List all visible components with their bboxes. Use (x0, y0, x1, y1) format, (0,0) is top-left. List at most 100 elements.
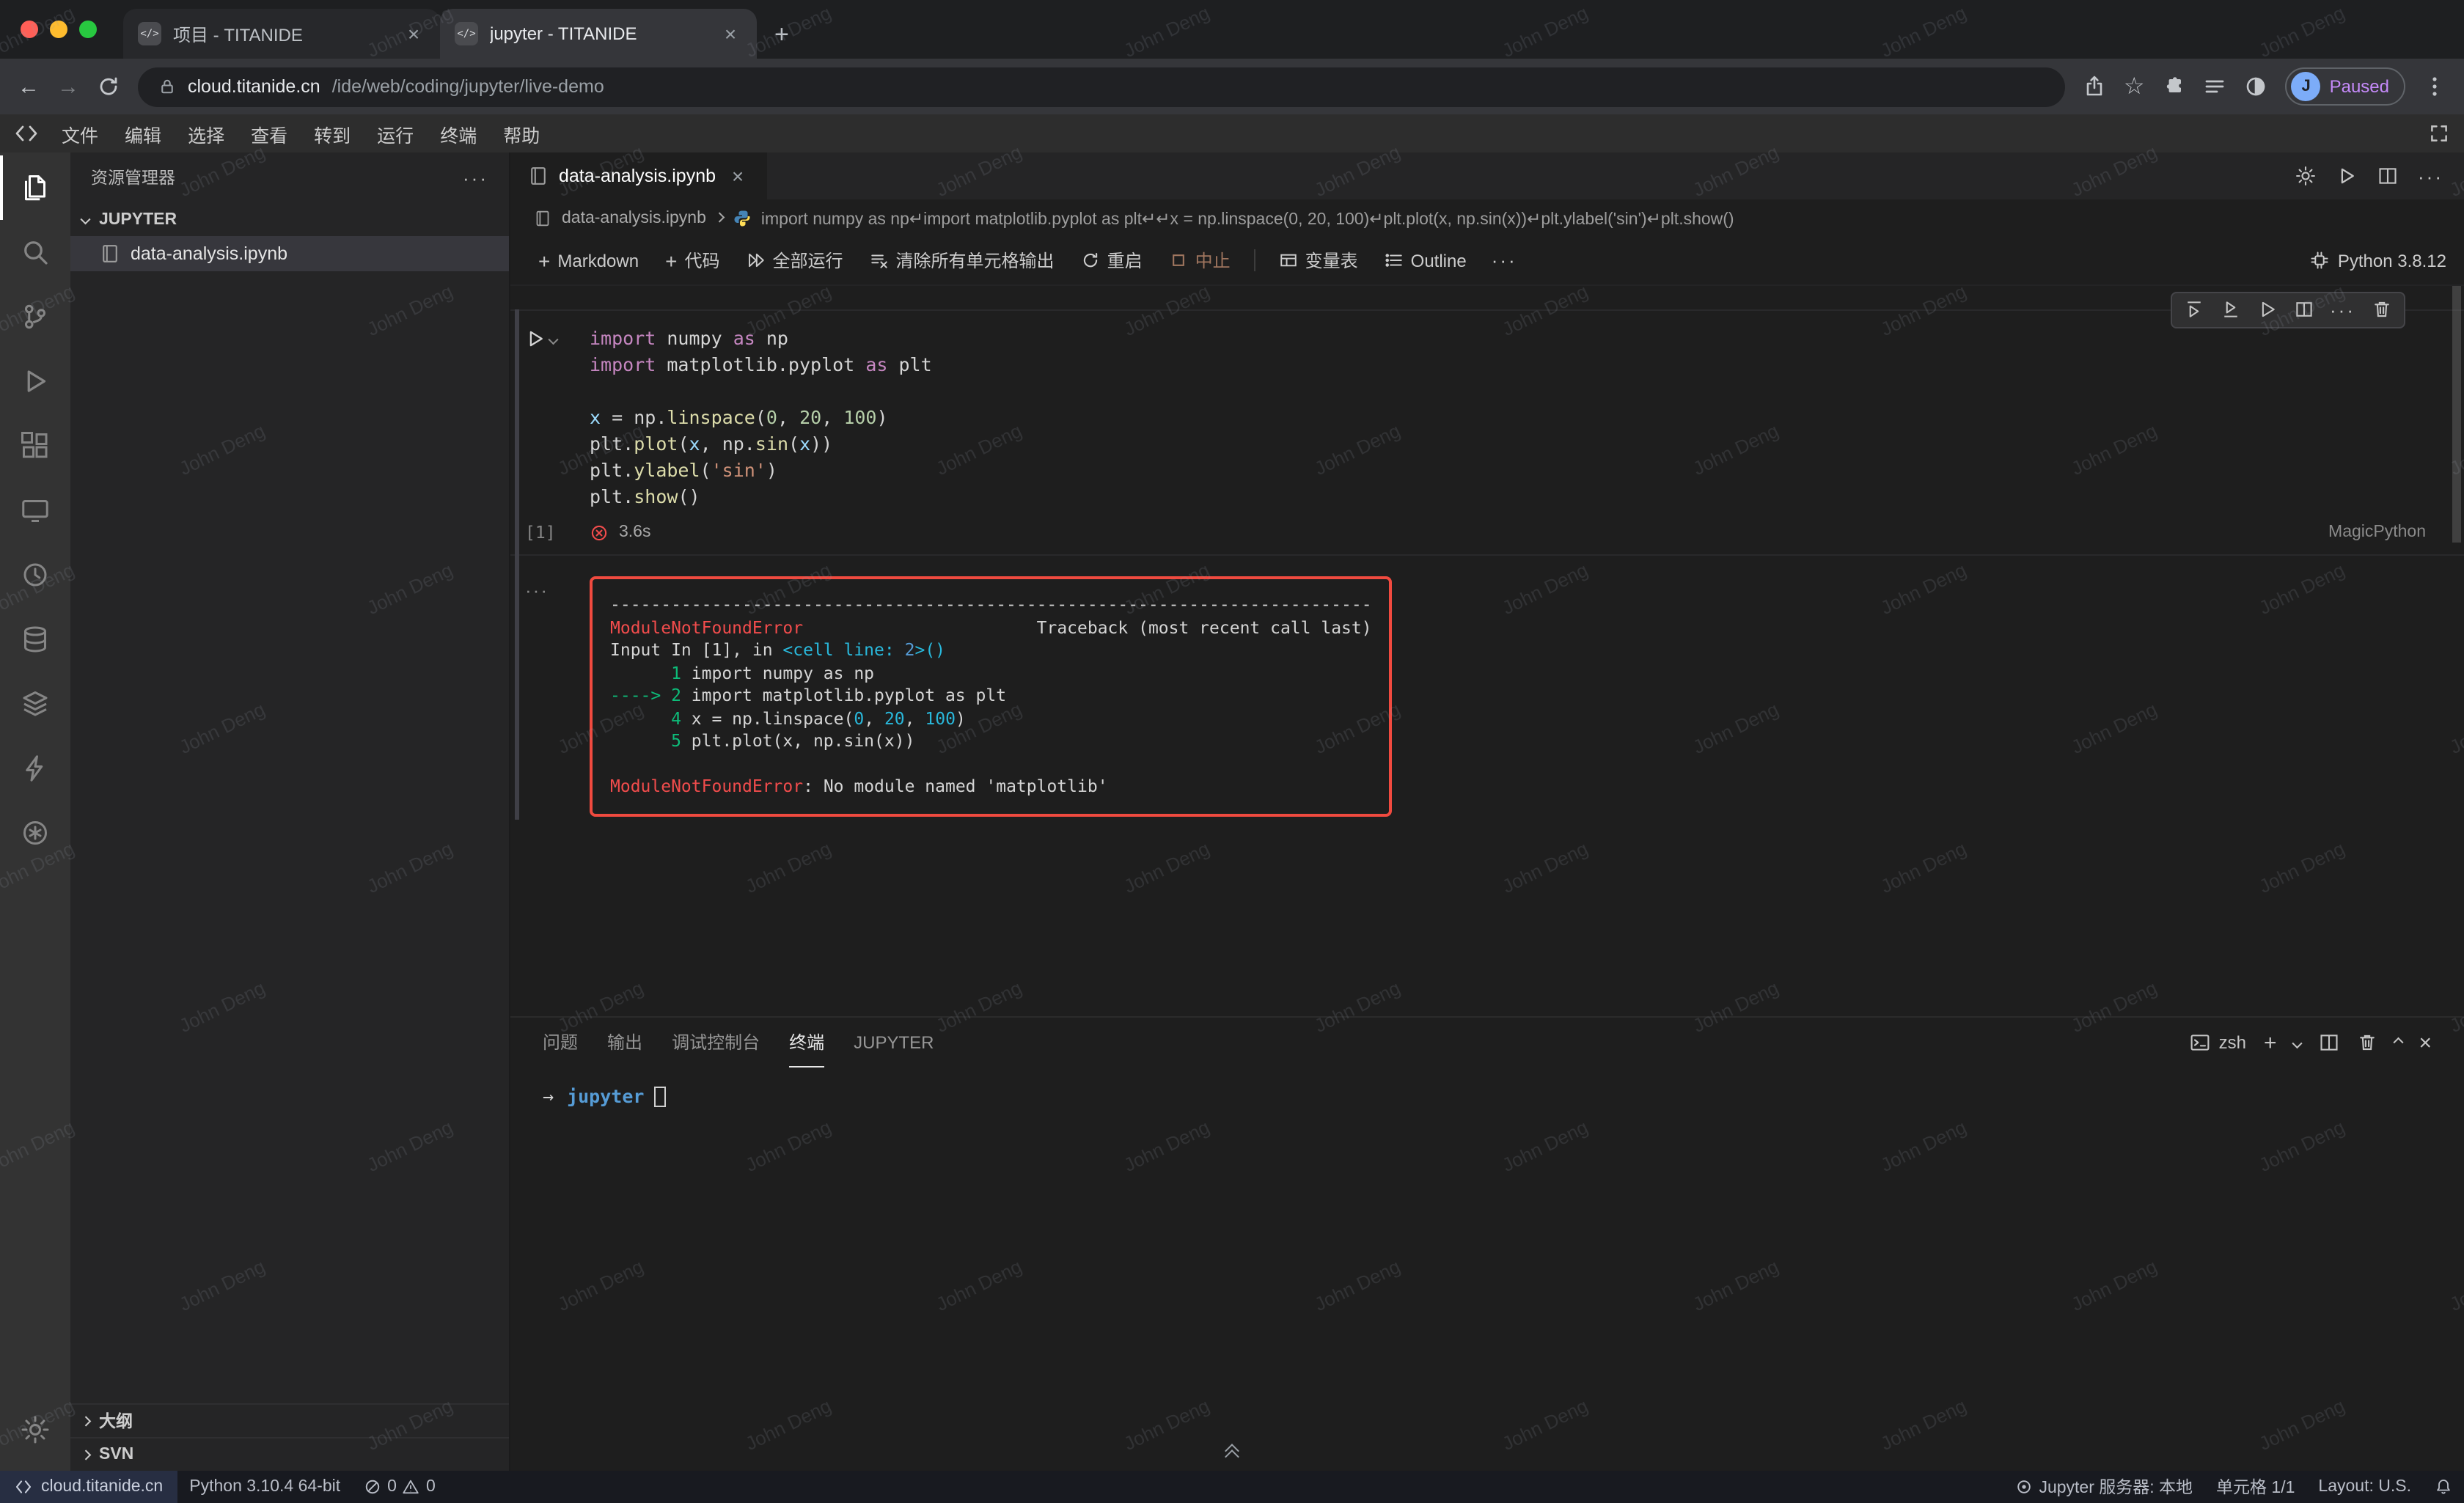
terminal-shell-selector[interactable]: zsh (2190, 1032, 2246, 1053)
restart-icon (1081, 251, 1100, 270)
breadcrumb-cell-content[interactable]: import numpy as np↵import matplotlib.pyp… (761, 207, 1734, 228)
clear-outputs-button[interactable]: 清除所有单元格输出 (859, 242, 1065, 279)
menu-run[interactable]: 运行 (365, 115, 425, 152)
history-icon[interactable] (0, 543, 70, 607)
breadcrumb[interactable]: data-analysis.ipynb import numpy as np↵i… (510, 199, 2464, 236)
settings-gear-icon[interactable] (0, 1397, 70, 1462)
terminal-view[interactable]: →jupyter (510, 1067, 2464, 1471)
window-minimize-button[interactable] (50, 21, 67, 38)
kernel-picker[interactable]: Python 3.8.12 (2310, 250, 2446, 271)
layers-icon[interactable] (0, 672, 70, 736)
run-debug-icon[interactable] (0, 349, 70, 414)
tab-close-icon[interactable]: × (719, 22, 742, 45)
maximize-panel-icon[interactable] (2394, 1038, 2403, 1048)
variables-button[interactable]: 变量表 (1269, 242, 1368, 279)
jupyter-server-indicator[interactable]: Jupyter 服务器: 本地 (2003, 1471, 2204, 1503)
address-bar[interactable]: cloud.titanide.cn/ide/web/coding/jupyter… (138, 67, 2065, 106)
lightning-icon[interactable] (0, 736, 70, 801)
menu-help[interactable]: 帮助 (491, 115, 551, 152)
split-terminal-icon[interactable] (2318, 1032, 2339, 1053)
editor-tab-notebook[interactable]: data-analysis.ipynb × (510, 152, 769, 199)
split-cell-icon[interactable] (2293, 299, 2314, 320)
browser-menu-kebab-icon[interactable] (2423, 75, 2446, 98)
run-cell-dropdown-icon[interactable] (549, 334, 558, 344)
tab-close-icon[interactable]: × (402, 22, 425, 45)
new-tab-button[interactable]: + (757, 21, 807, 59)
new-terminal-button[interactable]: + (2264, 1030, 2277, 1055)
outline-button[interactable]: Outline (1374, 244, 1477, 276)
reload-button[interactable] (97, 75, 120, 98)
cell-more-actions-icon[interactable]: ··· (2330, 299, 2355, 321)
language-mode[interactable]: MagicPython (2328, 523, 2426, 541)
remote-explorer-icon[interactable] (0, 478, 70, 543)
close-panel-icon[interactable]: × (2419, 1030, 2432, 1055)
panel-tab-problems[interactable]: 问题 (543, 1018, 578, 1067)
file-item-notebook[interactable]: data-analysis.ipynb (70, 236, 509, 271)
extensions-puzzle-icon[interactable] (2163, 75, 2186, 98)
window-close-button[interactable] (21, 21, 38, 38)
problems-indicator[interactable]: 0 0 (352, 1471, 447, 1503)
notifications-bell-icon[interactable] (2423, 1471, 2464, 1503)
share-icon[interactable] (2083, 75, 2106, 98)
browser-tab-project[interactable]: </> 项目 - TITANIDE × (123, 9, 440, 59)
restart-button[interactable]: 重启 (1071, 242, 1153, 279)
panel-tab-jupyter[interactable]: JUPYTER (854, 1018, 934, 1067)
python-interpreter[interactable]: Python 3.10.4 64-bit (177, 1471, 352, 1503)
editor-tab-close-icon[interactable]: × (726, 164, 749, 188)
editor-scrollbar[interactable] (2452, 286, 2461, 543)
activity-bar (0, 152, 70, 1471)
window-zoom-button[interactable] (79, 21, 97, 38)
search-icon[interactable] (0, 220, 70, 284)
run-cell-icon[interactable] (525, 328, 546, 349)
menu-terminal[interactable]: 终端 (428, 115, 488, 152)
run-all-button[interactable]: 全部运行 (736, 242, 854, 279)
interrupt-button[interactable]: 中止 (1159, 242, 1241, 279)
extensions-icon[interactable] (0, 414, 70, 478)
svn-section-header[interactable]: SVN (70, 1437, 509, 1471)
contrast-icon[interactable] (2245, 75, 2268, 98)
editor-more-actions-icon[interactable]: ··· (2418, 165, 2443, 187)
cell-code[interactable]: import numpy as npimport matplotlib.pypl… (590, 326, 2426, 510)
add-code-button[interactable]: +代码 (655, 242, 730, 279)
bookmark-star-icon[interactable]: ☆ (2124, 72, 2145, 101)
checklist-icon[interactable] (2204, 75, 2227, 98)
menu-go[interactable]: 转到 (302, 115, 362, 152)
panel-tab-terminal[interactable]: 终端 (789, 1018, 824, 1067)
menu-file[interactable]: 文件 (50, 115, 110, 152)
source-control-icon[interactable] (0, 284, 70, 349)
code-cell[interactable]: import numpy as npimport matplotlib.pypl… (510, 309, 2464, 519)
workspace-section-header[interactable]: JUPYTER (70, 202, 509, 236)
execute-above-icon[interactable] (2183, 299, 2204, 320)
database-icon[interactable] (0, 607, 70, 672)
breadcrumb-file[interactable]: data-analysis.ipynb (562, 209, 706, 227)
panel-tab-output[interactable]: 输出 (607, 1018, 642, 1067)
kill-terminal-icon[interactable] (2356, 1032, 2377, 1053)
menu-edit[interactable]: 编辑 (113, 115, 173, 152)
terminal-dropdown-icon[interactable] (2293, 1038, 2303, 1048)
asterisk-circle-icon[interactable] (0, 801, 70, 865)
debug-cell-icon[interactable] (2256, 299, 2277, 320)
split-editor-icon[interactable] (2377, 166, 2397, 186)
remote-indicator[interactable]: cloud.titanide.cn (0, 1471, 177, 1503)
menu-view[interactable]: 查看 (239, 115, 299, 152)
menu-selection[interactable]: 选择 (176, 115, 236, 152)
panel-tab-debug-console[interactable]: 调试控制台 (672, 1018, 760, 1067)
outline-section-header[interactable]: 大纲 (70, 1403, 509, 1437)
notebook-settings-gear-icon[interactable] (2295, 166, 2315, 186)
explorer-icon[interactable] (0, 155, 70, 220)
cell-position-indicator[interactable]: 单元格 1/1 (2204, 1471, 2306, 1503)
browser-tab-jupyter[interactable]: </> jupyter - TITANIDE × (440, 9, 757, 59)
explorer-more-actions-icon[interactable]: ··· (463, 166, 488, 188)
fullscreen-icon[interactable] (2429, 123, 2449, 144)
run-icon[interactable] (2336, 166, 2356, 186)
execute-below-icon[interactable] (2220, 299, 2240, 320)
toolbar-more-actions-icon[interactable]: ··· (1483, 249, 1526, 271)
add-markdown-button[interactable]: +Markdown (528, 243, 649, 278)
back-button[interactable]: ← (18, 74, 40, 99)
output-more-actions-icon[interactable]: ··· (525, 576, 590, 816)
profile-button[interactable]: J Paused (2286, 67, 2405, 106)
keyboard-layout-indicator[interactable]: Layout: U.S. (2306, 1471, 2423, 1503)
expand-panel-chevrons-icon[interactable] (1227, 1450, 1237, 1462)
forward-button[interactable]: → (57, 74, 79, 99)
delete-cell-icon[interactable] (2372, 299, 2392, 320)
